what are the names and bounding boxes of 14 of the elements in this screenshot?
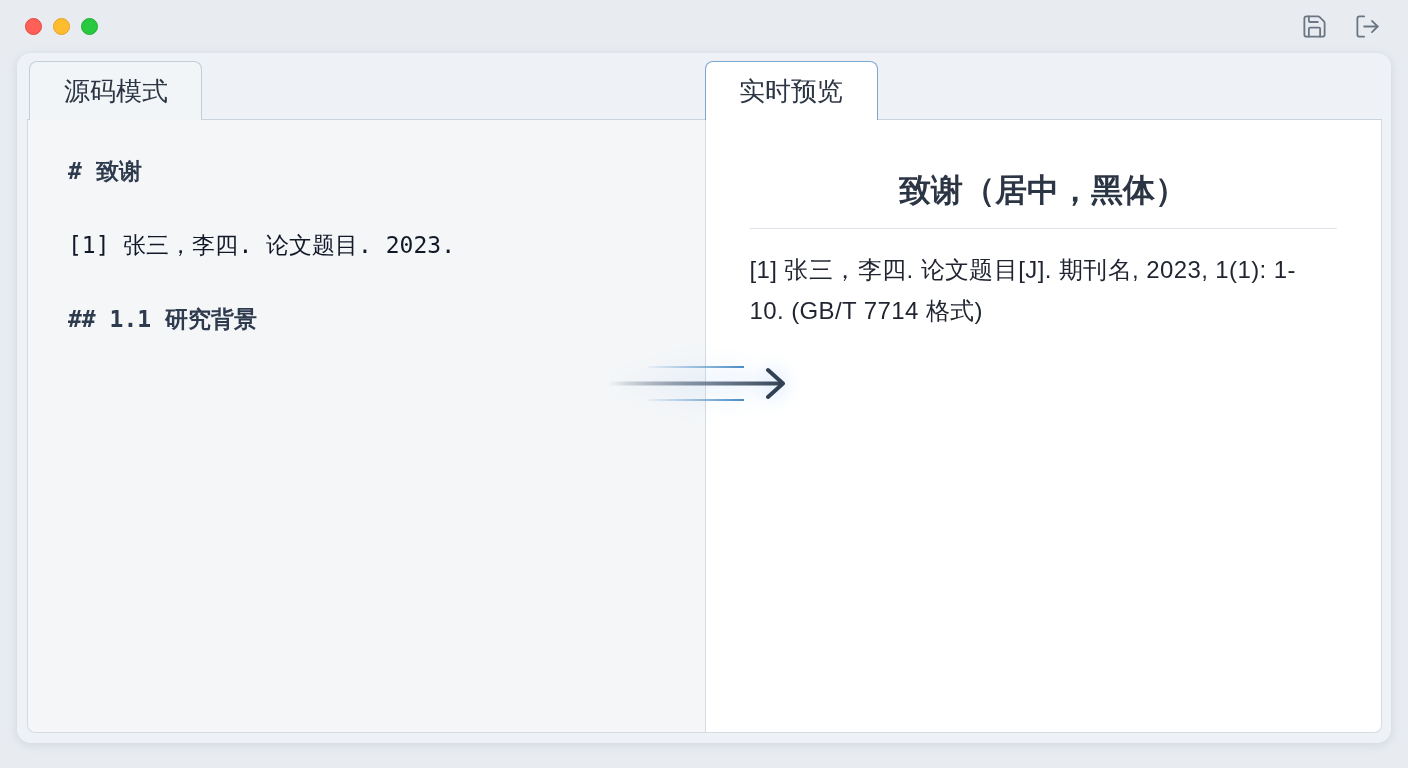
reference-paragraph: [1] 张三，李四. 论文题目[J]. 期刊名, 2023, 1(1): 1-10. (GB/T 7714 格式) (749, 255, 1297, 326)
pane-tab[interactable]: 源码模式 (29, 61, 202, 120)
pane-tab[interactable]: 实时预览 (704, 61, 878, 120)
markdown-heading-line: ## 1.1 研究背景 (68, 305, 258, 334)
save-icon[interactable] (1301, 13, 1328, 40)
source-editor-panel[interactable]: # 致谢 [1] 张三，李四. 论文题目. 2023. ## 1.1 研究背景 (27, 120, 705, 733)
preview-title: 致谢（居中，黑体） (898, 171, 1189, 210)
markdown-text-line: [1] 张三，李四. 论文题目. 2023. (68, 231, 456, 260)
arrow-icon (608, 364, 788, 404)
zoom-icon[interactable] (81, 18, 98, 35)
markdown-heading-line: # 致谢 (68, 157, 143, 186)
close-icon[interactable] (25, 18, 42, 35)
minimize-icon[interactable] (53, 18, 70, 35)
exit-icon[interactable] (1354, 13, 1381, 40)
